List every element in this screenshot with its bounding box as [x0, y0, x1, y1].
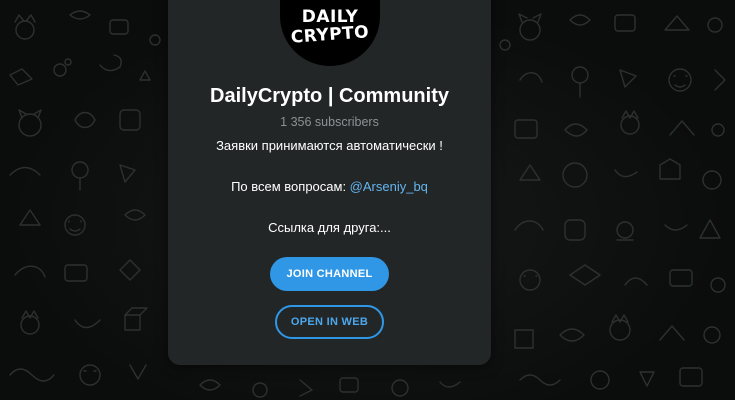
description-line-1: Заявки принимаются автоматически ! [216, 138, 443, 153]
open-in-web-button[interactable]: OPEN IN WEB [275, 305, 384, 339]
avatar-logo-line2: CRYPTO [290, 22, 370, 48]
description-line-3: Ссылка для друга:... [268, 220, 391, 235]
description-line-2-prefix: По всем вопросам: [231, 179, 350, 194]
channel-title: DailyCrypto | Community [210, 85, 449, 107]
channel-avatar: DAILY CRYPTO [280, 0, 380, 66]
description-line-2: По всем вопросам: @Arseniy_bq [168, 179, 491, 194]
channel-card: DAILY CRYPTO DailyCrypto | Community 1 3… [168, 0, 491, 365]
join-channel-button[interactable]: JOIN CHANNEL [270, 257, 389, 291]
subscriber-count: 1 356 subscribers [280, 115, 379, 129]
mention-link[interactable]: @Arseniy_bq [350, 179, 428, 194]
